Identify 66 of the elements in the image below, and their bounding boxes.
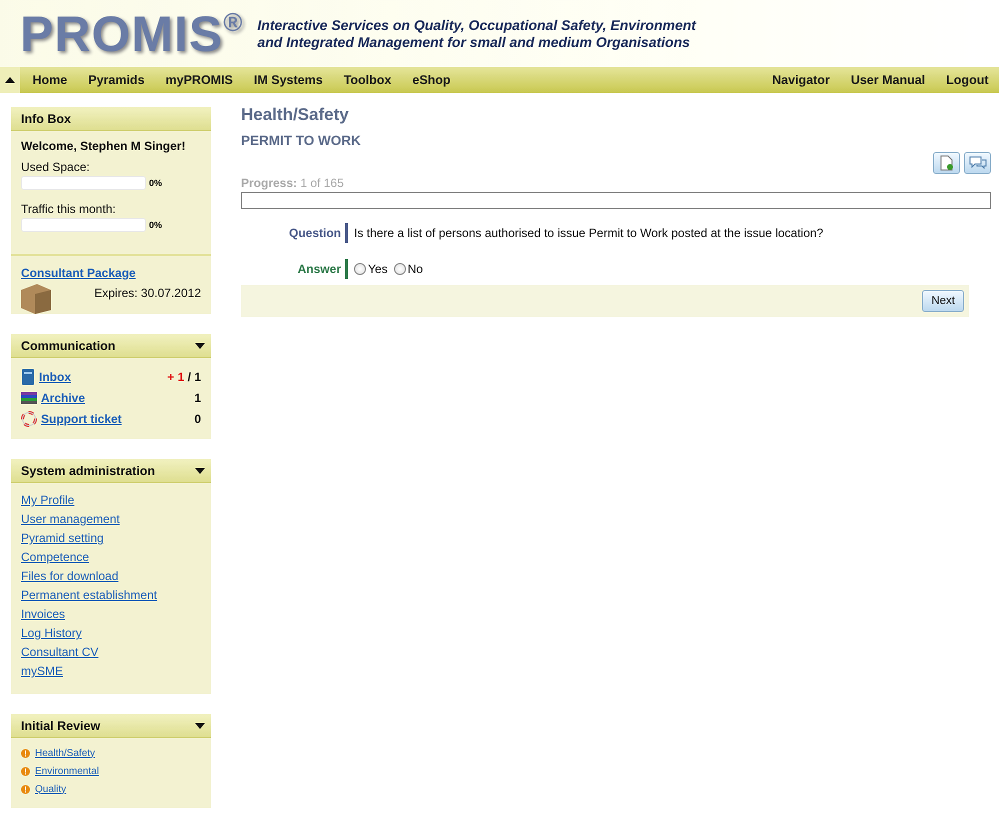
mailbox-icon	[21, 368, 35, 384]
question-text: Is there a list of persons authorised to issue Permit to Work posted at the issue location?	[354, 226, 824, 240]
nav-link[interactable]: Toolbox	[333, 73, 402, 87]
welcome-text: Welcome, Stephen M Singer!	[21, 139, 186, 153]
promis-logo: PROMIS$^{®}$	[20, 8, 244, 58]
message-count: + 1 / 1	[167, 370, 201, 384]
new-document-button[interactable]	[933, 152, 960, 174]
admin-link[interactable]: Log History	[21, 626, 82, 640]
message-count: 0	[194, 412, 201, 426]
nav-link[interactable]: Navigator	[762, 73, 840, 87]
answer-option[interactable]: Yes	[354, 262, 388, 276]
question-label: Question	[288, 226, 342, 240]
answer-label: Answer	[296, 262, 342, 276]
collapse-header-button[interactable]	[0, 67, 20, 93]
warning-icon	[21, 766, 30, 776]
nav-link[interactable]: Logout	[936, 73, 999, 87]
meter-reading: 0%	[149, 178, 162, 188]
progress-label: Progress: 1 of 165	[241, 176, 345, 190]
caret-icon	[195, 722, 205, 728]
speech-bubbles-icon	[968, 156, 986, 170]
nav-link[interactable]: User Manual	[840, 73, 936, 87]
meter-reading: 0%	[149, 220, 162, 230]
package-link[interactable]: Consultant Package	[21, 266, 201, 280]
expiry-date: Expires: 30.07.2012	[94, 286, 201, 300]
caret-icon	[195, 342, 205, 348]
tagline: and Integrated Management for small and medium Organisations	[257, 34, 691, 50]
admin-link[interactable]: User management	[21, 512, 120, 526]
warning-icon	[21, 784, 30, 794]
review-link[interactable]: Quality	[35, 784, 66, 794]
admin-link[interactable]: Permanent establishment	[21, 588, 158, 602]
caret-icon	[195, 468, 205, 474]
answer-option[interactable]: No	[394, 262, 423, 276]
lifebuoy-icon	[21, 410, 37, 426]
new-document-icon	[940, 155, 954, 171]
stacked-books-icon	[21, 392, 37, 404]
message-link[interactable]: Support ticket	[41, 412, 122, 426]
panel-title: Info Box	[21, 112, 71, 126]
comments-button[interactable]	[964, 152, 991, 174]
nav-link[interactable]: eShop	[402, 73, 462, 87]
panel-title: Initial Review	[21, 718, 100, 732]
nav-link[interactable]: IM Systems	[243, 73, 334, 87]
admin-link[interactable]: My Profile	[21, 493, 74, 507]
panel-title: System administration	[21, 464, 156, 478]
next-button[interactable]: Next	[922, 290, 964, 312]
meter-label: Used Space:	[21, 160, 91, 174]
panel-title: Communication	[21, 338, 116, 352]
meter-label: Traffic this month:	[21, 202, 117, 216]
tagline: Interactive Services on Quality, Occupational Safety, Environment	[257, 16, 696, 34]
caret-icon	[5, 77, 15, 83]
nav-link[interactable]: myPROMIS	[155, 73, 244, 87]
message-link[interactable]: Inbox	[39, 370, 71, 384]
page-subtitle: PERMIT TO WORK	[241, 133, 362, 148]
admin-link[interactable]: Files for download	[21, 569, 118, 583]
page-title: Health/Safety	[241, 105, 350, 125]
message-count: 1	[194, 390, 201, 404]
warning-icon	[21, 748, 30, 758]
admin-link[interactable]: Consultant CV	[21, 645, 98, 659]
nav-link[interactable]: Home	[22, 73, 78, 87]
admin-link[interactable]: Pyramid setting	[21, 531, 104, 545]
admin-link[interactable]: Invoices	[21, 607, 66, 621]
review-link[interactable]: Environmental	[35, 766, 99, 776]
message-link[interactable]: Archive	[41, 390, 86, 404]
admin-link[interactable]: mySME	[21, 664, 63, 678]
admin-link[interactable]: Competence	[21, 550, 90, 564]
nav-link[interactable]: Pyramids	[78, 73, 156, 87]
review-link[interactable]: Health/Safety	[35, 748, 96, 758]
